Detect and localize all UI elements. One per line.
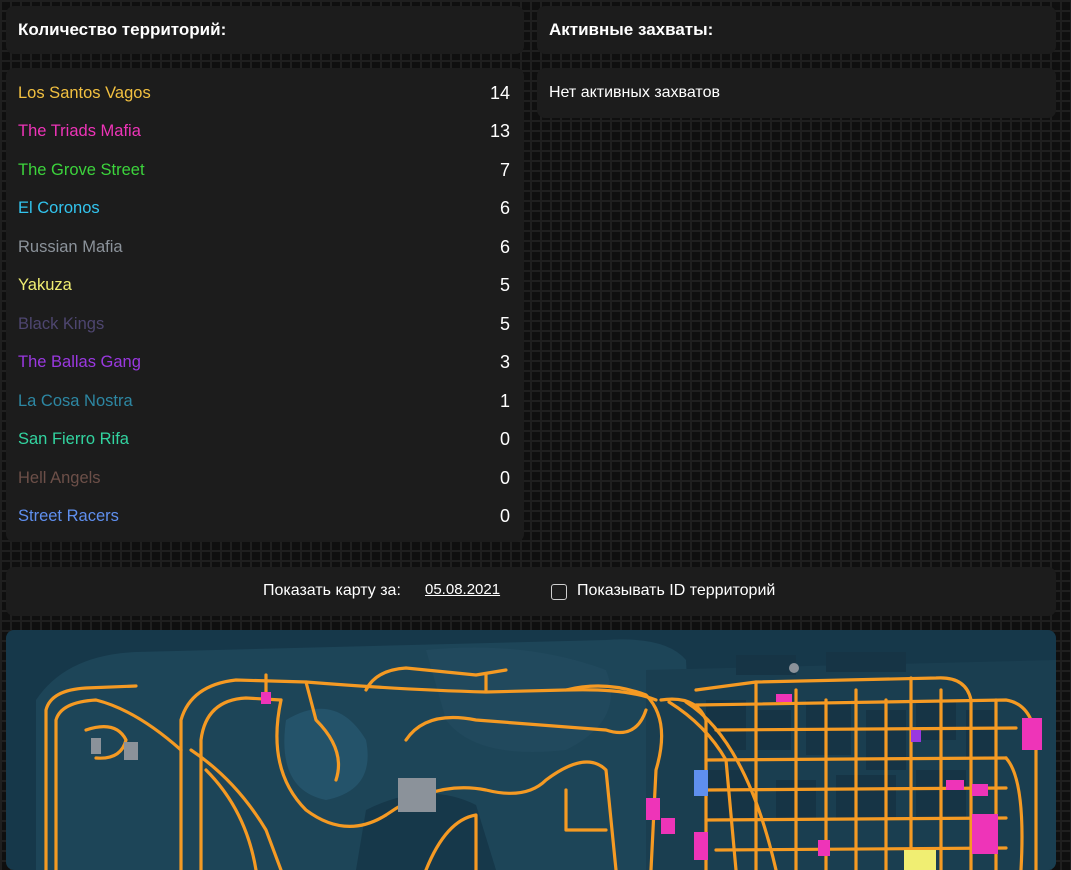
captures-list: Нет активных захватов [537,68,1056,118]
gang-name: The Grove Street [18,160,145,179]
territory-triads [972,814,998,854]
territory-row-rifa: San Fierro Rifa 0 [18,421,510,459]
gang-name: The Ballas Gang [18,353,141,371]
map-graphic [36,639,1056,870]
territory-triads [261,692,271,704]
territory-row-triads: The Triads Mafia 13 [18,113,510,151]
gang-name: Yakuza [18,276,72,294]
territory-coronos [694,770,708,796]
territory-vagos [904,850,936,870]
territory-list: Los Santos Vagos 14 The Triads Mafia 13 … [6,68,524,542]
territory-triads [818,840,830,856]
territory-count: 0 [499,506,510,526]
gang-name: The Triads Mafia [18,122,141,140]
territory-row-hellangels: Hell Angels 0 [18,459,510,497]
territory-count: 1 [499,390,510,411]
territory-count: 5 [499,313,510,334]
territory-triads [972,784,988,796]
show-ids-label[interactable]: Показывать ID территорий [577,582,775,600]
gang-name: Street Racers [18,507,119,525]
map-controls: Показать карту за: 05.08.2021 Показывать… [6,567,1056,616]
territory-triads [776,694,792,702]
territories-header: Количество территорий: [6,6,524,54]
territory-count: 6 [499,198,510,218]
territory-row-coronos: El Coronos 6 [18,190,510,228]
no-captures-text: Нет активных захватов [549,84,720,101]
territory-count: 6 [499,236,510,257]
gang-name: Hell Angels [18,468,101,487]
territory-row-lcn: La Cosa Nostra 1 [18,382,510,420]
territory-row-yakuza: Yakuza 5 [18,267,510,305]
captures-header: Активные захваты: [537,6,1056,54]
territory-count: 13 [489,121,510,141]
territory-count: 0 [499,429,510,449]
gang-name: Los Santos Vagos [18,83,151,102]
territory-count: 3 [499,352,510,372]
territories-title: Количество территорий: [18,20,227,39]
territory-map[interactable] [6,630,1056,870]
show-ids-checkbox[interactable] [551,584,567,600]
territory-count: 0 [499,467,510,488]
territory-row-ballas: The Ballas Gang 3 [18,344,510,382]
territory-triads [694,832,708,860]
gang-name: San Fierro Rifa [18,430,129,448]
territory-russian [398,778,436,812]
territory-count: 5 [499,275,510,295]
gang-name: Black Kings [18,314,105,333]
captures-title: Активные захваты: [549,20,714,39]
gang-name: El Coronos [18,199,100,217]
territory-triads [646,798,660,820]
territory-count: 7 [499,159,510,180]
territory-row-grove: The Grove Street 7 [18,151,510,189]
territory-row-racers: Street Racers 0 [18,498,510,536]
territory-count: 14 [489,82,510,103]
territory-triads [946,780,964,790]
territory-row-russian: Russian Mafia 6 [18,228,510,266]
map-marker [789,663,799,673]
territory-row-blackkings: Black Kings 5 [18,305,510,343]
map-date-picker[interactable]: 05.08.2021 [425,581,500,598]
territory-russian [124,742,138,760]
gang-name: Russian Mafia [18,237,123,256]
territory-russian [91,738,101,754]
territory-triads [1022,718,1042,750]
show-map-label: Показать карту за: [263,582,401,599]
territory-triads [661,818,675,834]
territory-row-vagos: Los Santos Vagos 14 [18,74,510,112]
gang-name: La Cosa Nostra [18,391,133,410]
territory-ballas [911,730,921,742]
